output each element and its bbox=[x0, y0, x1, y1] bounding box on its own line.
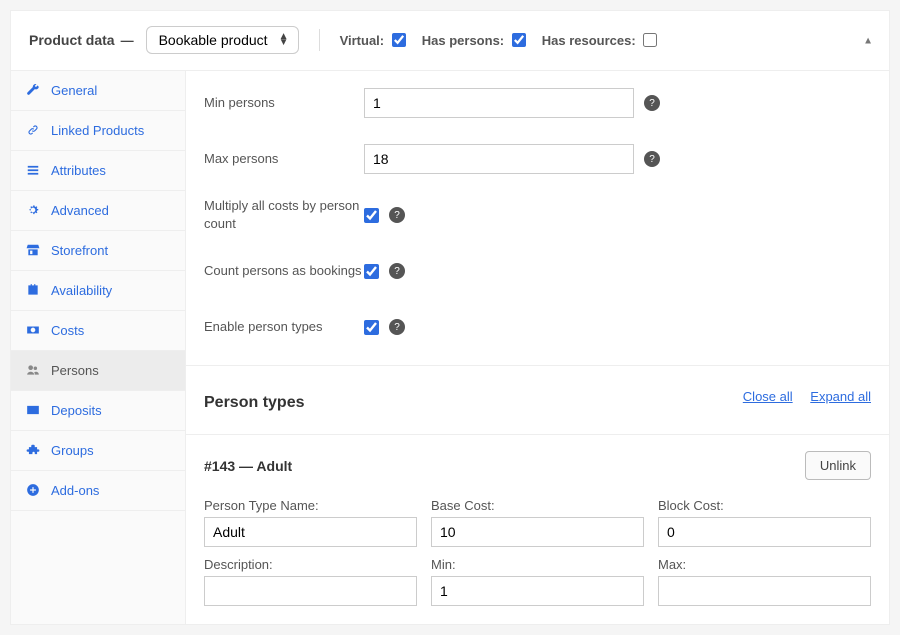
help-icon[interactable]: ? bbox=[389, 263, 405, 279]
product-type-select[interactable]: Bookable product bbox=[146, 26, 299, 54]
sidebar-item-availability[interactable]: Availability bbox=[11, 271, 185, 311]
ptype-max-label: Max: bbox=[658, 557, 871, 572]
sidebar-item-groups[interactable]: Groups bbox=[11, 431, 185, 471]
person-type-header: #143 — Adult Unlink bbox=[186, 434, 889, 490]
sidebar-item-attributes[interactable]: Attributes bbox=[11, 151, 185, 191]
multiply-costs-label: Multiply all costs by person count bbox=[204, 197, 364, 233]
sidebar-item-label: General bbox=[51, 83, 97, 98]
enable-types-label: Enable person types bbox=[204, 318, 364, 336]
gear-icon bbox=[25, 203, 41, 218]
has-resources-label: Has resources: bbox=[542, 33, 636, 48]
help-icon[interactable]: ? bbox=[644, 95, 660, 111]
ptype-name-label: Person Type Name: bbox=[204, 498, 417, 513]
person-type-title: #143 — Adult bbox=[204, 458, 292, 474]
max-persons-label: Max persons bbox=[204, 150, 364, 168]
virtual-checkbox[interactable] bbox=[392, 33, 406, 47]
ptype-block-cost-input[interactable] bbox=[658, 517, 871, 547]
ptype-desc-label: Description: bbox=[204, 557, 417, 572]
has-resources-checkbox[interactable] bbox=[643, 33, 657, 47]
plus-icon bbox=[25, 483, 41, 498]
multiply-costs-checkbox[interactable] bbox=[364, 208, 379, 223]
persons-content: Min persons ? Max persons ? Multiply all… bbox=[186, 71, 889, 624]
virtual-label: Virtual: bbox=[340, 33, 385, 48]
card-icon bbox=[25, 403, 41, 418]
sidebar-item-label: Attributes bbox=[51, 163, 106, 178]
unlink-button[interactable]: Unlink bbox=[805, 451, 871, 480]
has-persons-checkbox[interactable] bbox=[512, 33, 526, 47]
calendar-icon bbox=[25, 283, 41, 298]
min-persons-input[interactable] bbox=[364, 88, 634, 118]
panel-header: Product data — Bookable product ▲▼ Virtu… bbox=[11, 11, 889, 71]
has-persons-label: Has persons: bbox=[422, 33, 504, 48]
sidebar-item-persons[interactable]: Persons bbox=[11, 351, 185, 391]
count-bookings-checkbox[interactable] bbox=[364, 264, 379, 279]
enable-types-checkbox[interactable] bbox=[364, 320, 379, 335]
ptype-name-input[interactable] bbox=[204, 517, 417, 547]
store-icon bbox=[25, 243, 41, 258]
puzzle-icon bbox=[25, 443, 41, 458]
collapse-panel-icon[interactable]: ▲ bbox=[863, 35, 873, 46]
sidebar-item-label: Deposits bbox=[51, 403, 102, 418]
sidebar-item-linked[interactable]: Linked Products bbox=[11, 111, 185, 151]
users-icon bbox=[25, 363, 41, 378]
sidebar: General Linked Products Attributes Advan… bbox=[11, 71, 186, 624]
sidebar-item-advanced[interactable]: Advanced bbox=[11, 191, 185, 231]
sidebar-item-label: Advanced bbox=[51, 203, 109, 218]
expand-all-link[interactable]: Expand all bbox=[810, 389, 871, 404]
sidebar-item-label: Groups bbox=[51, 443, 94, 458]
sidebar-item-label: Costs bbox=[51, 323, 84, 338]
help-icon[interactable]: ? bbox=[389, 319, 405, 335]
sidebar-item-label: Availability bbox=[51, 283, 112, 298]
max-persons-input[interactable] bbox=[364, 144, 634, 174]
panel-title: Product data bbox=[29, 32, 115, 48]
sidebar-item-label: Add-ons bbox=[51, 483, 99, 498]
help-icon[interactable]: ? bbox=[644, 151, 660, 167]
person-types-heading: Person types bbox=[204, 394, 304, 412]
wrench-icon bbox=[25, 83, 41, 98]
count-bookings-label: Count persons as bookings bbox=[204, 262, 364, 280]
sidebar-item-deposits[interactable]: Deposits bbox=[11, 391, 185, 431]
close-all-link[interactable]: Close all bbox=[743, 389, 793, 404]
title-dash: — bbox=[121, 33, 134, 48]
header-separator bbox=[319, 29, 320, 51]
sidebar-item-label: Storefront bbox=[51, 243, 108, 258]
ptype-max-input[interactable] bbox=[658, 576, 871, 606]
ptype-min-label: Min: bbox=[431, 557, 644, 572]
ptype-base-cost-input[interactable] bbox=[431, 517, 644, 547]
help-icon[interactable]: ? bbox=[389, 207, 405, 223]
sidebar-item-storefront[interactable]: Storefront bbox=[11, 231, 185, 271]
ptype-block-cost-label: Block Cost: bbox=[658, 498, 871, 513]
ptype-desc-input[interactable] bbox=[204, 576, 417, 606]
list-icon bbox=[25, 163, 41, 178]
sidebar-item-label: Persons bbox=[51, 363, 99, 378]
ptype-min-input[interactable] bbox=[431, 576, 644, 606]
money-icon bbox=[25, 323, 41, 338]
min-persons-label: Min persons bbox=[204, 94, 364, 112]
link-icon bbox=[25, 123, 41, 138]
sidebar-item-general[interactable]: General bbox=[11, 71, 185, 111]
product-data-panel: Product data — Bookable product ▲▼ Virtu… bbox=[10, 10, 890, 625]
ptype-base-cost-label: Base Cost: bbox=[431, 498, 644, 513]
sidebar-item-label: Linked Products bbox=[51, 123, 144, 138]
sidebar-item-costs[interactable]: Costs bbox=[11, 311, 185, 351]
sidebar-item-addons[interactable]: Add-ons bbox=[11, 471, 185, 511]
